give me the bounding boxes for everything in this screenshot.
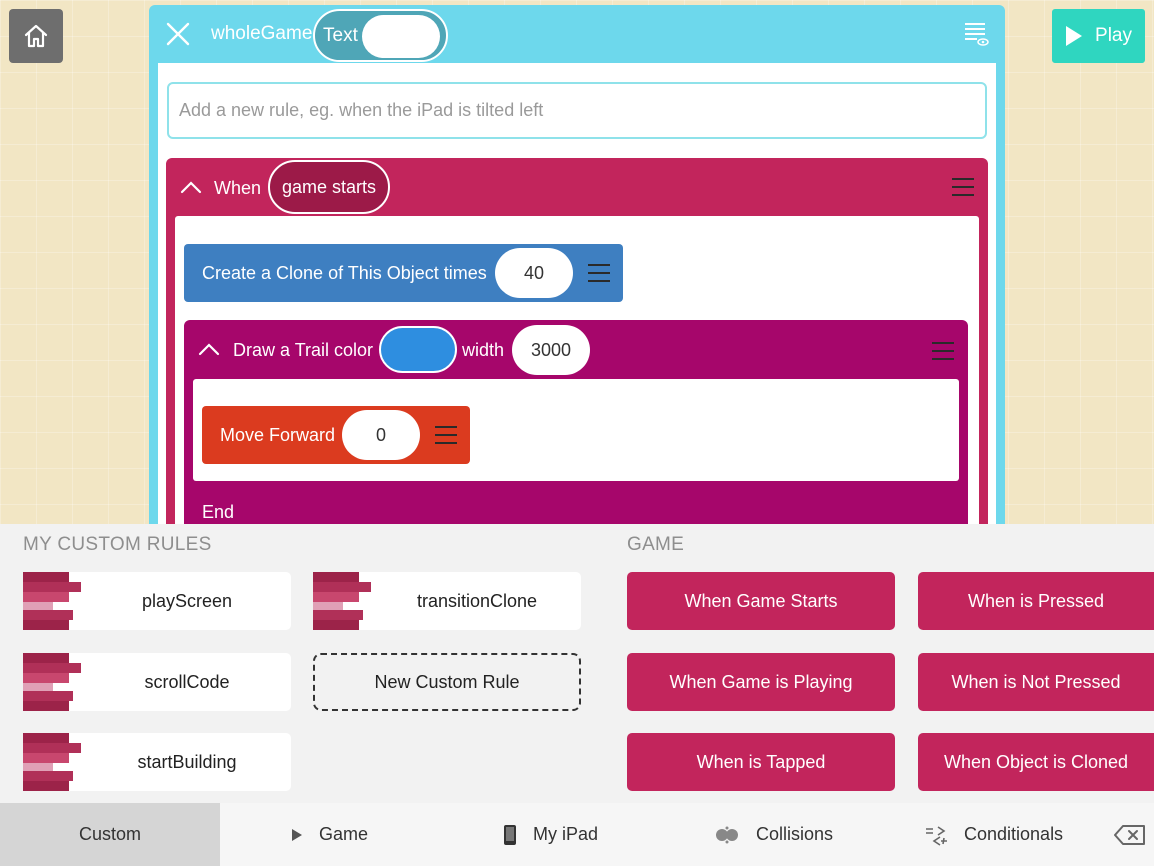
custom-rule-label: transitionClone (416, 591, 538, 611)
text-toggle-label: Text (323, 25, 358, 46)
custom-rule-label: scrollCode (144, 672, 230, 692)
move-forward-block[interactable]: Move Forward 0 (202, 406, 470, 464)
play-icon (1066, 26, 1083, 46)
chevron-up-icon[interactable] (198, 342, 220, 356)
clone-menu-icon[interactable] (588, 264, 610, 282)
ipad-icon (503, 824, 517, 846)
close-icon[interactable] (165, 21, 191, 47)
draw-trail-body: Move Forward 0 (193, 379, 959, 481)
rules-panel: MY CUSTOM RULES GAME playScreen transiti… (0, 524, 1154, 866)
tab-collisions[interactable]: Collisions (714, 803, 833, 866)
tab-my-ipad[interactable]: My iPad (503, 803, 598, 866)
collision-icon (714, 826, 740, 844)
custom-rules-title: MY CUSTOM RULES (23, 534, 212, 555)
trail-color-picker[interactable] (379, 326, 457, 373)
tab-custom[interactable]: Custom (0, 803, 220, 866)
rule-stack-icon (313, 572, 371, 630)
rule-stack-icon (23, 572, 81, 630)
when-label: When (214, 178, 262, 198)
delete-button[interactable] (1114, 803, 1146, 866)
home-icon (24, 24, 48, 48)
game-rule-button[interactable]: When is Tapped (627, 733, 895, 791)
game-rule-button[interactable]: When is Not Pressed (918, 653, 1154, 711)
tab-game-label: Game (319, 824, 369, 844)
editor-body: Add a new rule, eg. when the iPad is til… (158, 63, 996, 535)
home-button[interactable] (9, 9, 63, 63)
trail-width-input[interactable]: 3000 (512, 325, 590, 375)
event-selector[interactable]: game starts (268, 160, 390, 214)
draw-trail-label: Draw a Trail color (233, 340, 374, 360)
game-rule-button[interactable]: When Object is Cloned (918, 733, 1154, 791)
custom-rule-card[interactable]: startBuilding (23, 733, 291, 791)
move-forward-input[interactable]: 0 (342, 410, 420, 460)
move-menu-icon[interactable] (435, 426, 457, 444)
when-rule-header: When game starts (166, 158, 988, 216)
when-rule-block: When game starts Create a Clone of This … (166, 158, 988, 535)
category-tab-bar: Custom Game My iPad Collisions Condition… (0, 803, 1154, 866)
move-forward-label: Move Forward (220, 425, 336, 445)
custom-rule-label: startBuilding (137, 752, 237, 772)
rule-stack-icon (23, 733, 81, 791)
play-label: Play (1095, 25, 1132, 46)
view-code-icon[interactable] (963, 21, 989, 47)
create-clone-label: Create a Clone of This Object times (202, 263, 487, 283)
object-name[interactable]: wholeGame (211, 23, 312, 45)
clone-times-input[interactable]: 40 (495, 248, 573, 298)
tab-game[interactable]: Game (291, 803, 368, 866)
code-editor: wholeGame Text Add a new rule, eg. when … (149, 5, 1005, 535)
tab-conditionals[interactable]: Conditionals (924, 803, 1063, 866)
tab-collisions-label: Collisions (756, 824, 834, 844)
play-button[interactable]: Play (1052, 9, 1145, 63)
game-rule-button[interactable]: When is Pressed (918, 572, 1154, 630)
add-rule-input[interactable]: Add a new rule, eg. when the iPad is til… (167, 82, 987, 139)
game-rule-button[interactable]: When Game Starts (627, 572, 895, 630)
rule-menu-icon[interactable] (952, 178, 974, 196)
backspace-icon (1114, 824, 1145, 845)
custom-rule-card[interactable]: scrollCode (23, 653, 291, 711)
tab-my-ipad-label: My iPad (533, 824, 599, 844)
custom-rule-card[interactable]: transitionClone (313, 572, 581, 630)
conditionals-icon (924, 823, 948, 847)
tab-conditionals-label: Conditionals (964, 824, 1064, 844)
draw-trail-block[interactable]: Draw a Trail color width 3000 Move Forwa… (184, 320, 968, 535)
text-toggle[interactable]: Text (313, 9, 448, 62)
custom-rule-card[interactable]: playScreen (23, 572, 291, 630)
toggle-knob (362, 15, 440, 58)
rule-stack-icon (23, 653, 81, 711)
create-clone-block[interactable]: Create a Clone of This Object times 40 (184, 244, 623, 302)
custom-rule-label: playScreen (141, 591, 233, 611)
trail-width-label: width (462, 340, 505, 360)
editor-header: wholeGame Text (149, 5, 1005, 63)
game-rules-title: GAME (627, 534, 685, 555)
play-icon (291, 828, 303, 842)
chevron-up-icon[interactable] (180, 180, 202, 194)
end-label: End (202, 502, 235, 522)
tab-custom-label: Custom (78, 824, 141, 844)
trail-menu-icon[interactable] (932, 342, 954, 360)
game-rule-button[interactable]: When Game is Playing (627, 653, 895, 711)
when-rule-body: Create a Clone of This Object times 40 D… (175, 216, 979, 535)
new-custom-rule-button[interactable]: New Custom Rule (313, 653, 581, 711)
